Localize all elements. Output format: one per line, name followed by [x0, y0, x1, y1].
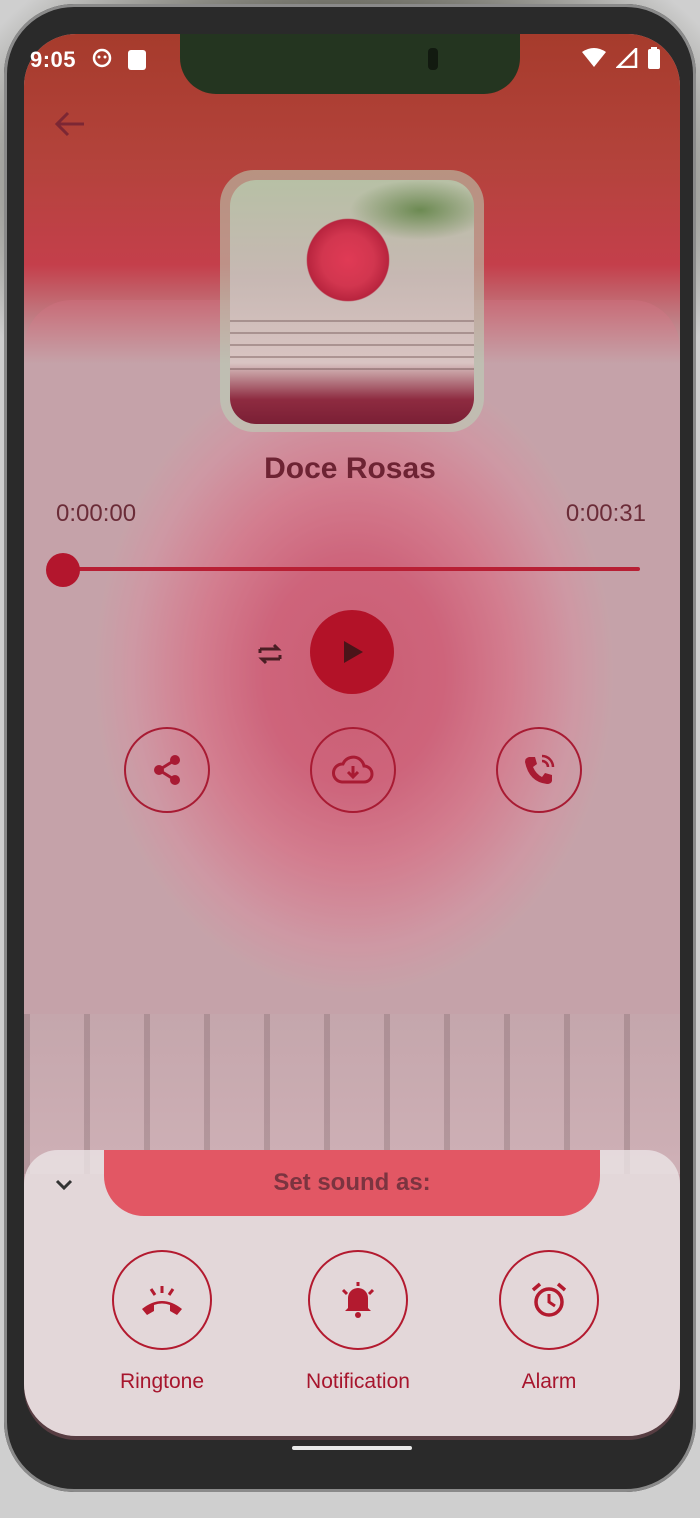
bell-icon [341, 1282, 375, 1318]
ringtone-label: Ringtone [119, 1370, 205, 1393]
share-button[interactable] [124, 727, 210, 813]
alarm-label: Alarm [521, 1370, 577, 1393]
cloud-download-icon [332, 755, 374, 784]
play-button[interactable] [310, 610, 394, 694]
set-sound-sheet: Set sound as: Ringtone Notification Alar… [24, 1150, 680, 1436]
play-icon [344, 641, 363, 663]
assistant-icon [92, 47, 112, 74]
sd-card-icon [128, 50, 147, 70]
back-button[interactable] [54, 110, 90, 138]
share-icon [154, 755, 180, 785]
phone-call-icon [525, 754, 555, 784]
status-bar: 9:05 [30, 44, 660, 76]
battery-icon [648, 46, 660, 74]
set-notification-option[interactable]: Notification [293, 1250, 423, 1394]
collapse-button[interactable] [52, 1172, 76, 1196]
signal-icon [614, 45, 638, 73]
wifi-icon [582, 47, 606, 73]
status-time: 9:05 [30, 47, 77, 72]
notification-button[interactable] [308, 1250, 408, 1350]
chevron-down-icon [55, 1179, 73, 1191]
arrow-left-icon [54, 111, 84, 137]
download-button[interactable] [310, 727, 396, 813]
notification-label: Notification [306, 1370, 410, 1393]
ringtone-icon [142, 1286, 182, 1315]
seek-thumb[interactable] [46, 553, 80, 587]
repeat-button[interactable] [252, 636, 288, 672]
set-ringtone-option[interactable]: Ringtone [97, 1250, 227, 1394]
total-duration: 0:00:31 [565, 500, 646, 527]
alarm-clock-icon [531, 1282, 567, 1317]
elapsed-time: 0:00:00 [56, 500, 137, 527]
call-ringtone-button[interactable] [496, 727, 582, 813]
ringtone-button[interactable] [112, 1250, 212, 1350]
home-indicator[interactable] [292, 1446, 412, 1450]
seek-bar[interactable] [62, 567, 640, 571]
alarm-button[interactable] [499, 1250, 599, 1350]
track-title: Doce Rosas [264, 452, 436, 485]
sheet-header-pill: Set sound as: [104, 1150, 600, 1216]
album-art [230, 180, 474, 424]
sheet-heading: Set sound as: [273, 1169, 431, 1196]
repeat-icon [258, 643, 282, 665]
set-alarm-option[interactable]: Alarm [484, 1250, 614, 1394]
